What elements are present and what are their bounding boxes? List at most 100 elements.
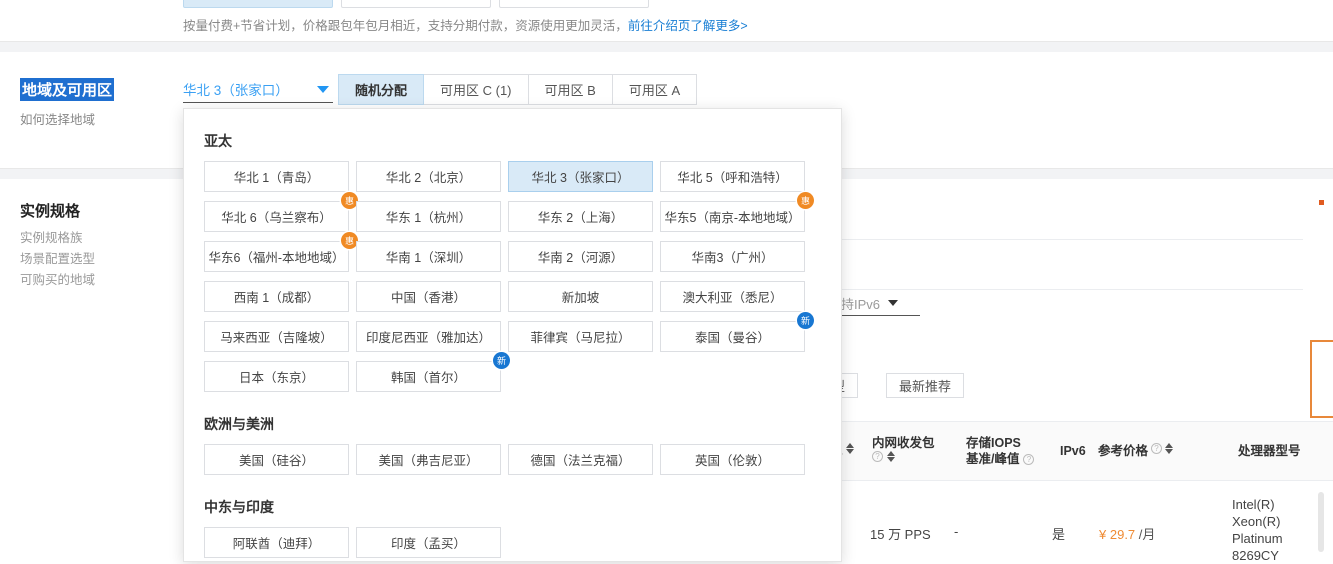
region-option[interactable]: 印度尼西亚（雅加达）: [356, 321, 501, 352]
region-option-label: 华东6（福州-本地地域）: [208, 251, 345, 265]
region-group-title-2: 中东与印度: [204, 499, 274, 515]
billing-note-link[interactable]: 前往介绍页了解更多>: [628, 19, 748, 33]
cell-processor-model: Intel(R) Xeon(R) Platinum 8269CY: [1232, 497, 1283, 563]
zone-tab-3[interactable]: 可用区 A: [612, 74, 698, 105]
region-option[interactable]: 中国（香港）: [356, 281, 501, 312]
row-scrollbar[interactable]: [1318, 492, 1324, 552]
region-option-label: 华东 1（杭州）: [385, 211, 472, 225]
region-option[interactable]: 华北 5（呼和浩特）: [660, 161, 805, 192]
th-iops-label-2: 基准/峰值: [966, 452, 1020, 466]
section-gap-1: [0, 42, 1333, 52]
region-option-label: 德国（法兰克福）: [530, 454, 631, 468]
region-option-label: 华北 3（张家口）: [531, 171, 630, 185]
price-currency: ¥: [1099, 527, 1107, 542]
th-iops-label-1: 存储IOPS: [966, 436, 1021, 450]
region-option-label: 华东 2（上海）: [537, 211, 624, 225]
spec-chip-latest-recommended[interactable]: 最新推荐: [886, 373, 965, 398]
region-option[interactable]: 澳大利亚（悉尼）: [660, 281, 805, 312]
region-option[interactable]: 华南 2（河源）: [508, 241, 653, 272]
sidebar-region-help-link[interactable]: 如何选择地域: [20, 109, 95, 128]
region-option-label: 印度尼西亚（雅加达）: [365, 331, 491, 345]
region-option-label: 华北 2（北京）: [385, 171, 472, 185]
region-option[interactable]: 英国（伦敦）: [660, 444, 805, 475]
chevron-down-icon: [317, 85, 329, 93]
region-option[interactable]: 韩国（首尔） 新: [356, 352, 510, 392]
cell-ipv6: 是: [1052, 527, 1066, 542]
region-option[interactable]: 华东 1（杭州）: [356, 201, 501, 232]
new-badge-icon: 新: [493, 352, 510, 369]
region-option[interactable]: 马来西亚（吉隆坡）: [204, 321, 349, 352]
region-option[interactable]: 华东 2（上海）: [508, 201, 653, 232]
region-option-label: 西南 1（成都）: [233, 291, 320, 305]
region-dropdown-panel: 亚太华北 1（青岛） 华北 2（北京） 华北 3（张家口） 华北 5（呼和浩特） 华北 …: [183, 108, 842, 562]
th-ipv6-label: IPv6: [1060, 444, 1086, 458]
help-icon[interactable]: ?: [1151, 443, 1163, 454]
billing-pill-2[interactable]: [341, 0, 491, 8]
region-option[interactable]: 德国（法兰克福）: [508, 444, 653, 475]
region-option-label: 日本（东京）: [238, 371, 314, 385]
region-select-value: 华北 3（张家口）: [183, 83, 289, 98]
region-select-dropdown[interactable]: 华北 3（张家口）: [183, 76, 333, 103]
region-option[interactable]: 新加坡: [508, 281, 653, 312]
region-option-label: 美国（弗吉尼亚）: [378, 454, 479, 468]
cell-storage-iops: -: [954, 524, 959, 539]
region-option-label: 新加坡: [561, 291, 600, 305]
zone-tab-label: 可用区 A: [628, 83, 681, 98]
region-option[interactable]: 华南3（广州）: [660, 241, 805, 272]
region-option[interactable]: 美国（弗吉尼亚）: [356, 444, 501, 475]
region-option-label: 美国（硅谷）: [238, 454, 314, 468]
sort-icon[interactable]: [1165, 443, 1174, 454]
region-option-label: 阿联酋（迪拜）: [232, 537, 321, 551]
region-option-label: 华南3（广州）: [691, 251, 774, 265]
region-option[interactable]: 华南 1（深圳）: [356, 241, 501, 272]
help-icon[interactable]: ?: [1023, 453, 1035, 465]
region-option-label: 英国（伦敦）: [694, 454, 770, 468]
region-option[interactable]: 西南 1（成都）: [204, 281, 349, 312]
help-icon[interactable]: ?: [872, 451, 883, 462]
billing-note-text: 按量付费+节省计划，价格跟包年包月相近，支持分期付款，资源使用更加灵活，: [183, 19, 628, 33]
th-reference-price[interactable]: 参考价格 ?: [1098, 443, 1174, 459]
region-group-grid-2: 阿联酋（迪拜） 印度（孟买）: [204, 527, 841, 558]
region-group-title-0: 亚太: [204, 133, 232, 149]
billing-strip: 按量付费+节省计划，价格跟包年包月相近，支持分期付款，资源使用更加灵活，前往介绍…: [0, 0, 1333, 42]
sort-icon[interactable]: [845, 443, 854, 454]
chevron-down-icon: [888, 300, 899, 306]
region-option[interactable]: 华北 1（青岛）: [204, 161, 349, 192]
cell-reference-price: ¥ 29.7 /月: [1099, 524, 1155, 543]
zone-tab-label: 随机分配: [355, 83, 408, 98]
region-option-label: 韩国（首尔）: [390, 371, 466, 385]
billing-note: 按量付费+节省计划，价格跟包年包月相近，支持分期付款，资源使用更加灵活，前往介绍…: [183, 15, 748, 34]
region-option-label: 华东5（南京-本地地域）: [664, 211, 801, 225]
region-option[interactable]: 华东5（南京-本地地域） 惠: [660, 192, 814, 232]
th-price-label: 参考价格: [1098, 444, 1149, 458]
billing-pill-3[interactable]: [499, 0, 649, 8]
region-option[interactable]: 菲律宾（马尼拉）: [508, 321, 653, 352]
zone-tab-label: 可用区 B: [544, 83, 596, 98]
zone-tab-2[interactable]: 可用区 B: [528, 74, 613, 105]
billing-pill-selected[interactable]: [183, 0, 333, 8]
zone-tab-0[interactable]: 随机分配: [338, 74, 425, 105]
th-intranet-pps[interactable]: 内网收发包 ?: [872, 435, 935, 462]
region-group-title-1: 欧洲与美洲: [204, 416, 274, 432]
region-option[interactable]: 华北 3（张家口）: [508, 161, 653, 192]
region-option-label: 华北 6（乌兰察布）: [221, 211, 332, 225]
region-option-label: 华北 1（青岛）: [233, 171, 320, 185]
th-pps-label: 内网收发包: [872, 436, 935, 450]
region-option[interactable]: 华北 2（北京）: [356, 161, 501, 192]
zone-tab-group: 随机分配 可用区 C (1) 可用区 B 可用区 A: [338, 74, 698, 105]
discount-badge-icon: 惠: [797, 192, 814, 209]
region-option[interactable]: 美国（硅谷）: [204, 444, 349, 475]
region-option[interactable]: 华北 6（乌兰察布）惠: [204, 192, 358, 232]
sort-icon[interactable]: [887, 451, 895, 462]
th-storage-iops: 存储IOPS 基准/峰值 ?: [966, 435, 1035, 467]
th-processor-model: 处理器型号: [1238, 443, 1301, 459]
zone-tab-label: 可用区 C (1): [440, 83, 512, 98]
region-option[interactable]: 日本（东京）: [204, 361, 349, 392]
zone-tab-1[interactable]: 可用区 C (1): [424, 74, 529, 105]
region-option[interactable]: 华东6（福州-本地地域）惠: [204, 232, 358, 272]
th-ipv6: IPv6: [1060, 443, 1086, 459]
region-option[interactable]: 阿联酋（迪拜）: [204, 527, 349, 558]
region-option[interactable]: 泰国（曼谷） 新: [660, 312, 814, 352]
region-option-label: 华南 1（深圳）: [385, 251, 472, 265]
region-option[interactable]: 印度（孟买）: [356, 527, 501, 558]
